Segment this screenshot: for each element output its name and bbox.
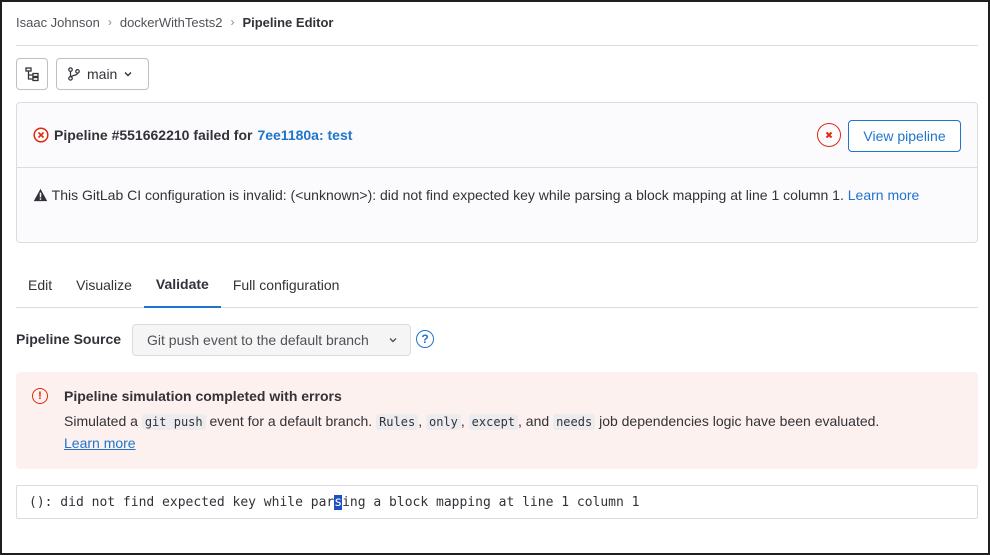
cancel-pipeline-button[interactable]	[817, 123, 841, 147]
alert-learn-more-link[interactable]: Learn more	[64, 435, 136, 451]
code-except: except	[468, 414, 519, 430]
pipeline-status-text: Pipeline #551662210 failed for	[54, 127, 253, 143]
chevron-right-icon: ›	[107, 15, 112, 29]
editor-tabs: Edit Visualize Validate Full configurati…	[16, 262, 978, 308]
file-tree-icon	[25, 67, 39, 82]
branch-icon	[68, 67, 80, 81]
status-failed-icon	[33, 127, 49, 143]
code-git-push: git push	[141, 414, 206, 430]
warning-icon	[33, 188, 48, 202]
text-cursor: s	[334, 494, 343, 510]
chevron-down-icon	[124, 72, 132, 77]
pipeline-source-select[interactable]: Git push event to the default branch	[132, 324, 411, 356]
tab-full-configuration[interactable]: Full configuration	[221, 262, 352, 308]
error-icon: !	[32, 388, 48, 404]
divider	[16, 45, 978, 46]
alert-title: Pipeline simulation completed with error…	[64, 388, 342, 404]
alert-text: Simulated a	[64, 413, 138, 429]
validation-output[interactable]: (): did not find expected key while par s…	[16, 485, 978, 519]
breadcrumb-item-project[interactable]: dockerWithTests2	[120, 15, 223, 30]
tab-visualize[interactable]: Visualize	[64, 262, 144, 308]
config-invalid-text: This GitLab CI configuration is invalid:…	[51, 187, 844, 203]
chevron-down-icon	[389, 338, 397, 343]
breadcrumb-item-user[interactable]: Isaac Johnson	[16, 15, 100, 30]
pipeline-source-label: Pipeline Source	[16, 331, 122, 347]
pipeline-source-value: Git push event to the default branch	[147, 332, 369, 348]
chevron-right-icon: ›	[230, 15, 235, 29]
simulation-alert: ! Pipeline simulation completed with err…	[16, 372, 978, 469]
tab-edit[interactable]: Edit	[16, 262, 64, 308]
tab-validate[interactable]: Validate	[143, 262, 221, 308]
output-text-before: (): did not find expected key while par	[29, 494, 335, 510]
config-invalid-message: This GitLab CI configuration is invalid:…	[33, 185, 947, 206]
output-text-after: ing a block mapping at line 1 column 1	[342, 494, 640, 510]
code-only: only	[425, 414, 461, 430]
question-icon[interactable]: ?	[416, 330, 434, 348]
alert-text: , and	[518, 413, 550, 429]
branch-label: main	[87, 66, 118, 82]
code-rules: Rules	[376, 414, 419, 430]
alert-body: Simulated a git push event for a default…	[64, 411, 958, 454]
code-needs: needs	[553, 414, 596, 430]
alert-text: job dependencies logic have been evaluat…	[599, 413, 880, 429]
learn-more-link[interactable]: Learn more	[848, 187, 920, 203]
branch-switcher[interactable]: main	[56, 58, 149, 90]
file-tree-button[interactable]	[16, 58, 48, 90]
alert-text: ,	[418, 413, 423, 429]
commit-link[interactable]: 7ee1180a: test	[257, 127, 352, 143]
close-icon	[825, 131, 833, 139]
alert-text: event for a default branch.	[209, 413, 373, 429]
view-pipeline-button[interactable]: View pipeline	[848, 120, 961, 152]
pipeline-status-panel: Pipeline #551662210 failed for 7ee1180a:…	[16, 102, 978, 243]
breadcrumb: Isaac Johnson › dockerWithTests2 › Pipel…	[16, 14, 978, 30]
alert-text: ,	[460, 413, 465, 429]
breadcrumb-item-current[interactable]: Pipeline Editor	[242, 15, 333, 30]
